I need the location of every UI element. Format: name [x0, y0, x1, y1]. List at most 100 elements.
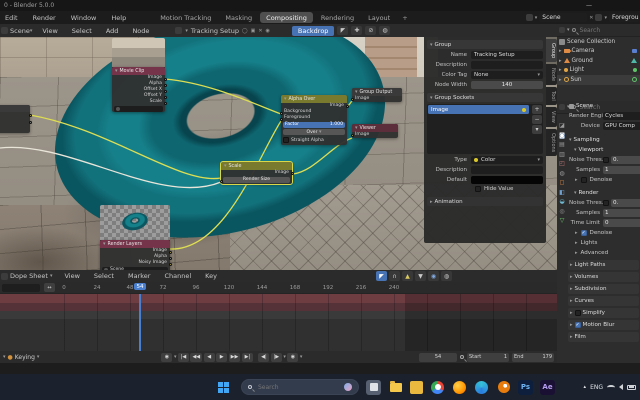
group-description-field[interactable]: [471, 61, 543, 69]
playhead-line[interactable]: [139, 294, 141, 351]
current-frame-field[interactable]: 54: [419, 353, 457, 362]
editor-type-icon[interactable]: [1, 273, 8, 280]
tab-constraints[interactable]: ◎: [559, 209, 564, 215]
file-explorer-icon[interactable]: [388, 380, 403, 395]
record-button[interactable]: ◉: [161, 353, 172, 362]
expand-icon[interactable]: ▸: [559, 48, 562, 54]
expand-icon[interactable]: ▸: [559, 58, 562, 64]
outliner-item-ground[interactable]: ▸ Ground: [557, 56, 640, 66]
new-id-icon[interactable]: ▣: [251, 28, 256, 34]
collapse-icon[interactable]: ▾: [355, 125, 358, 131]
dope-sheet-mode[interactable]: Dope Sheet: [10, 272, 48, 280]
prev-keyframe-button[interactable]: ◀◀: [190, 353, 202, 362]
chevron-down-icon[interactable]: ▾: [3, 354, 6, 360]
overlays-toggle-icon[interactable]: ◍: [379, 26, 390, 35]
collapse-icon[interactable]: ▾: [355, 89, 358, 95]
group-output-node[interactable]: ▾ Group Output Image: [352, 88, 402, 102]
tab-object-data[interactable]: ▽: [560, 218, 565, 224]
viewport-subpanel-header[interactable]: ▾ Viewport: [567, 145, 640, 155]
taskbar-search[interactable]: [241, 379, 359, 395]
simplify-panel-header[interactable]: ▸ Simplify: [568, 308, 639, 319]
advanced-subpanel-header[interactable]: ▸ Advanced: [567, 248, 640, 258]
unpin-icon[interactable]: ✕: [589, 15, 593, 21]
viewer-node[interactable]: ▾ Viewer Image: [352, 124, 398, 138]
tab-object[interactable]: ◻: [560, 180, 565, 186]
windows-start-button[interactable]: [218, 382, 229, 393]
chrome-icon[interactable]: [430, 380, 445, 395]
socket-specials-button[interactable]: ▾: [532, 125, 542, 134]
tab-render[interactable]: ◙: [559, 133, 565, 139]
menu-select[interactable]: Select: [92, 271, 116, 281]
backdrop-toggle-button[interactable]: Backdrop: [292, 26, 335, 36]
film-panel-header[interactable]: ▸ Film: [568, 332, 639, 343]
sidebar-tab-node[interactable]: Node: [546, 64, 557, 85]
next-keyframe-button[interactable]: ▶▶: [229, 353, 241, 362]
gizmo-toggle-icon[interactable]: ✚: [351, 26, 362, 35]
alpha-over-node[interactable]: ▾ Alpha Over Image Background Foreground…: [281, 95, 347, 145]
menu-marker[interactable]: Marker: [126, 271, 152, 281]
snapping-toggle-icon[interactable]: ⊘: [365, 26, 376, 35]
photoshop-icon[interactable]: Ps: [518, 380, 533, 395]
scene-selector[interactable]: Scene: [539, 13, 587, 22]
viewport-samples-field[interactable]: 1: [603, 166, 640, 174]
render-subpanel-header[interactable]: ▾ Render: [567, 188, 640, 198]
node-tree-type[interactable]: Scene: [10, 27, 30, 35]
after-effects-icon[interactable]: Ae: [540, 380, 555, 395]
cursor-tool-icon[interactable]: ◤: [337, 26, 348, 35]
expand-arrows-icon[interactable]: ↔: [44, 283, 55, 292]
socket-type-dropdown[interactable]: Color ▾: [471, 156, 543, 164]
tab-masking[interactable]: Masking: [219, 12, 258, 23]
menu-edit[interactable]: Edit: [3, 13, 20, 23]
blender-icon[interactable]: [496, 380, 511, 395]
menu-view[interactable]: View: [62, 271, 81, 281]
outliner-scene-collection[interactable]: Scene Collection: [557, 37, 640, 47]
simplify-checkbox[interactable]: [575, 310, 581, 316]
outliner-item-camera[interactable]: ▸ Camera: [557, 47, 640, 57]
sidebar-tab-options[interactable]: Options: [546, 129, 557, 156]
sidebar-tab-view[interactable]: View: [546, 107, 557, 127]
playhead-frame-badge[interactable]: 54: [134, 283, 146, 290]
lights-subpanel-header[interactable]: ▸ Lights: [567, 238, 640, 248]
remove-socket-button[interactable]: −: [532, 115, 542, 124]
tab-view-layer[interactable]: ▥: [559, 152, 565, 158]
menu-help[interactable]: Help: [109, 13, 128, 23]
render-noise-threshold-field[interactable]: 0.: [611, 199, 640, 207]
tab-scene[interactable]: ◰: [559, 161, 565, 167]
noise-threshold-field[interactable]: 0.: [611, 156, 640, 164]
chevron-down-icon[interactable]: ▾: [604, 15, 607, 21]
scale-mode-dropdown[interactable]: Render Size: [223, 177, 290, 183]
chevron-down-icon[interactable]: ▾: [185, 28, 188, 34]
tab-compositing[interactable]: Compositing: [260, 12, 313, 23]
noise-threshold-checkbox[interactable]: [603, 157, 609, 163]
sidebar-tab-tool[interactable]: Tool: [546, 87, 557, 105]
jump-to-end-button[interactable]: ▶|: [242, 353, 253, 362]
curves-panel-header[interactable]: ▸ Curves: [568, 296, 639, 307]
fake-user-icon[interactable]: ◯: [242, 28, 248, 34]
outliner-item-sun[interactable]: ▸ Sun: [557, 75, 640, 85]
animation-panel-header[interactable]: ▸ Animation: [427, 197, 543, 206]
filter-funnel-icon[interactable]: ▼: [415, 271, 426, 281]
viewport-denoise-checkbox[interactable]: [581, 177, 587, 183]
viewport-denoise-row[interactable]: ▸ Denoise: [567, 175, 640, 185]
jump-to-start-button[interactable]: |◀: [178, 353, 189, 362]
camera-data-icon[interactable]: [632, 49, 637, 53]
expand-icon[interactable]: ▸: [559, 67, 562, 73]
clipped-node[interactable]: [0, 105, 30, 133]
device-dropdown[interactable]: GPU Comp: [603, 122, 640, 130]
tab-world[interactable]: ◍: [559, 171, 564, 177]
tab-tool[interactable]: ◪: [559, 123, 565, 129]
movie-clip-node[interactable]: ▾ Movie Clip Image Alpha Offset X Offset…: [112, 38, 165, 113]
firefox-icon[interactable]: [452, 380, 467, 395]
menu-key[interactable]: Key: [203, 271, 219, 281]
outliner-search-input[interactable]: [578, 26, 618, 35]
battery-icon[interactable]: [627, 385, 636, 390]
language-indicator[interactable]: ENG: [590, 384, 603, 391]
default-color-swatch[interactable]: [471, 176, 543, 184]
channel-filter-field[interactable]: [2, 284, 40, 292]
render-denoise-checkbox[interactable]: ✓: [581, 230, 587, 236]
render-samples-field[interactable]: 1: [603, 209, 640, 217]
start-frame-field[interactable]: Start1: [467, 353, 509, 362]
view-layer-selector[interactable]: Foreground: [609, 13, 639, 22]
collapse-icon[interactable]: ▾: [224, 163, 227, 169]
volume-icon[interactable]: [619, 384, 623, 390]
